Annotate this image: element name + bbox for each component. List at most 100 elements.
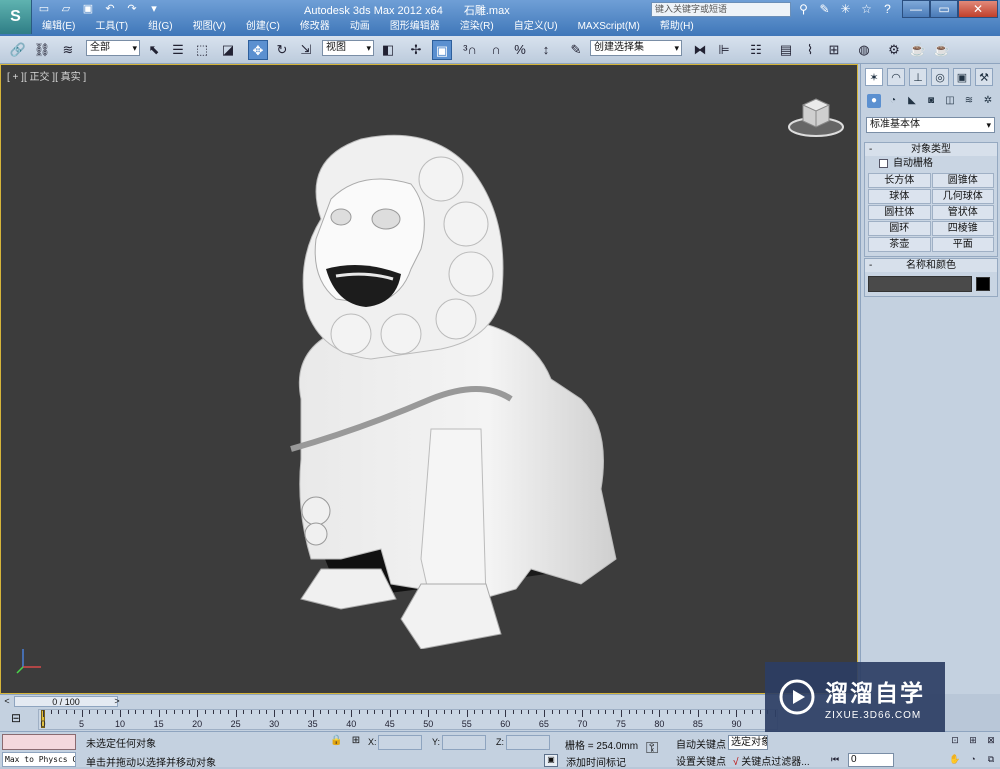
create-tab-icon[interactable]: ✶ — [865, 68, 883, 86]
menu-item[interactable]: 创建(C) — [236, 19, 290, 35]
align-icon[interactable]: ⊫ — [714, 40, 734, 60]
menu-item[interactable]: 修改器 — [290, 19, 340, 35]
autogrid-checkbox-box[interactable] — [879, 159, 888, 168]
utilities-tab-icon[interactable]: ⚒ — [975, 68, 993, 86]
link-icon[interactable]: 🔗 — [8, 40, 28, 60]
object-name-field[interactable] — [868, 276, 972, 292]
menu-item[interactable]: 图形编辑器 — [380, 19, 450, 35]
geometry-icon[interactable]: ● — [867, 94, 881, 108]
communication-icon[interactable]: ✳ — [838, 2, 853, 16]
spinner-snap-icon[interactable]: ↕ — [536, 40, 556, 60]
key-filters-button[interactable]: √ 关键点过滤器... — [733, 753, 810, 768]
select-and-scale-icon[interactable]: ⇲ — [296, 40, 316, 60]
rectangular-region-icon[interactable]: ⬚ — [192, 40, 212, 60]
set-key-button[interactable]: 设置关键点 — [676, 753, 726, 768]
rendered-frame-icon[interactable]: ☕ — [908, 40, 928, 60]
layer-manager-icon[interactable]: ☷ — [746, 40, 766, 60]
window-crossing-icon[interactable]: ◪ — [218, 40, 238, 60]
selection-filter-select[interactable]: 全部 — [86, 40, 140, 56]
z-coordinate-field[interactable] — [506, 735, 550, 750]
menu-item[interactable]: 编辑(E) — [32, 19, 85, 35]
menu-item[interactable]: MAXScript(M) — [568, 19, 650, 35]
set-key-icon[interactable]: ⚿ — [646, 740, 658, 758]
cameras-icon[interactable]: ◙ — [924, 94, 938, 108]
object-type-button[interactable]: 球体 — [868, 189, 931, 204]
binoculars-icon[interactable]: ⚲ — [796, 2, 811, 16]
object-type-button[interactable]: 几何球体 — [931, 189, 994, 204]
dropdown-icon[interactable]: ▾ — [146, 2, 162, 16]
minimize-button[interactable]: — — [902, 0, 930, 18]
time-slider-thumb[interactable]: 0 / 100 — [14, 696, 118, 707]
manipulate-icon[interactable]: ✢ — [406, 40, 426, 60]
orbit-icon[interactable]: ◔ — [966, 753, 980, 766]
render-setup-icon[interactable]: ⚙ — [884, 40, 904, 60]
zoom-extents-all-icon[interactable]: ⊞ — [966, 734, 980, 747]
perspective-viewport[interactable]: [ + ][ 正交 ][ 真实 ] — [0, 64, 858, 694]
time-slider-next[interactable]: > — [112, 696, 122, 707]
auto-key-button[interactable]: 自动关键点 — [676, 736, 726, 751]
menu-item[interactable]: 渲染(R) — [450, 19, 504, 35]
maximize-button[interactable]: ▭ — [930, 0, 958, 18]
stone-lion-model[interactable] — [281, 129, 641, 649]
snaps-toggle-icon[interactable]: ³∩ — [460, 40, 480, 60]
motion-tab-icon[interactable]: ◎ — [931, 68, 949, 86]
current-frame-field[interactable]: 0 — [848, 753, 894, 767]
new-file-icon[interactable]: ▭ — [36, 2, 52, 16]
lock-selection-icon[interactable]: 🔒 — [330, 735, 342, 746]
absolute-mode-icon[interactable]: ⊞ — [350, 735, 362, 747]
time-tag-icon[interactable]: ▣ — [544, 754, 558, 767]
viewcube-icon[interactable] — [787, 95, 845, 139]
object-type-button[interactable]: 圆锥体 — [931, 173, 994, 188]
autogrid-checkbox[interactable]: 自动栅格 — [865, 156, 997, 171]
x-coordinate-field[interactable] — [378, 735, 422, 750]
select-by-name-icon[interactable]: ☰ — [168, 40, 188, 60]
subscription-icon[interactable]: ✎ — [817, 2, 832, 16]
menu-item[interactable]: 工具(T) — [85, 19, 138, 35]
name-and-color-header[interactable]: - 名称和颜色 — [865, 259, 997, 272]
graphite-ribbon-icon[interactable]: ▤ — [776, 40, 796, 60]
mini-curve-editor-icon[interactable]: ⊟ — [6, 711, 26, 727]
named-selection-select[interactable]: 创建选择集 — [590, 40, 682, 56]
viewport-label[interactable]: [ + ][ 正交 ][ 真实 ] — [7, 68, 86, 83]
object-type-button[interactable]: 四棱锥 — [931, 221, 994, 236]
y-coordinate-field[interactable] — [442, 735, 486, 750]
pan-view-icon[interactable]: ✋ — [948, 753, 962, 766]
spacewarps-icon[interactable]: ≋ — [962, 94, 976, 108]
lights-icon[interactable]: ◣ — [905, 94, 919, 108]
zoom-region-icon[interactable]: ⊠ — [984, 734, 998, 747]
select-object-icon[interactable]: ⬉ — [144, 40, 164, 60]
reference-coordinate-select[interactable]: 视图 — [322, 40, 374, 56]
helpers-icon[interactable]: ◫ — [943, 94, 957, 108]
menu-item[interactable]: 视图(V) — [183, 19, 236, 35]
hierarchy-tab-icon[interactable]: ⊥ — [909, 68, 927, 86]
time-slider-prev[interactable]: < — [2, 696, 12, 707]
menu-item[interactable]: 动画 — [340, 19, 380, 35]
schematic-view-icon[interactable]: ⊞ — [824, 40, 844, 60]
render-production-icon[interactable]: ☕ — [932, 40, 952, 60]
zoom-extents-icon[interactable]: ⊡ — [948, 734, 962, 747]
angle-snap-icon[interactable]: ∩ — [486, 40, 506, 60]
modify-tab-icon[interactable]: ◠ — [887, 68, 905, 86]
undo-icon[interactable]: ↶ — [102, 2, 118, 16]
select-and-move-icon[interactable]: ✥ — [248, 40, 268, 60]
menu-item[interactable]: 组(G) — [138, 19, 182, 35]
go-to-start-icon[interactable]: ⏮ — [828, 753, 842, 766]
maximize-viewport-icon[interactable]: ⧉ — [984, 753, 998, 766]
selection-set-select[interactable]: 选定对象 — [728, 735, 768, 750]
object-type-button[interactable]: 圆环 — [868, 221, 931, 236]
save-icon[interactable]: ▣ — [80, 2, 96, 16]
menu-item[interactable]: 自定义(U) — [504, 19, 568, 35]
favorites-icon[interactable]: ☆ — [859, 2, 874, 16]
display-tab-icon[interactable]: ▣ — [953, 68, 971, 86]
help-icon[interactable]: ? — [880, 2, 895, 16]
track-ruler[interactable]: 0 5 10 15 20 25 30 35 40 45 50 55 60 65 70 75 80 85 90 — [38, 709, 778, 730]
mirror-icon[interactable]: ⧓ — [690, 40, 710, 60]
object-type-button[interactable]: 圆柱体 — [868, 205, 931, 220]
maxscript-mini-input[interactable]: Max to Physcs Conv — [2, 752, 76, 767]
keyboard-shortcut-toggle-icon[interactable]: ▣ — [432, 40, 452, 60]
object-type-button[interactable]: 茶壶 — [868, 237, 931, 252]
object-color-swatch[interactable] — [976, 277, 990, 291]
curve-editor-icon[interactable]: ⌇ — [800, 40, 820, 60]
close-button[interactable]: ✕ — [958, 0, 998, 18]
percent-snap-icon[interactable]: % — [510, 40, 530, 60]
